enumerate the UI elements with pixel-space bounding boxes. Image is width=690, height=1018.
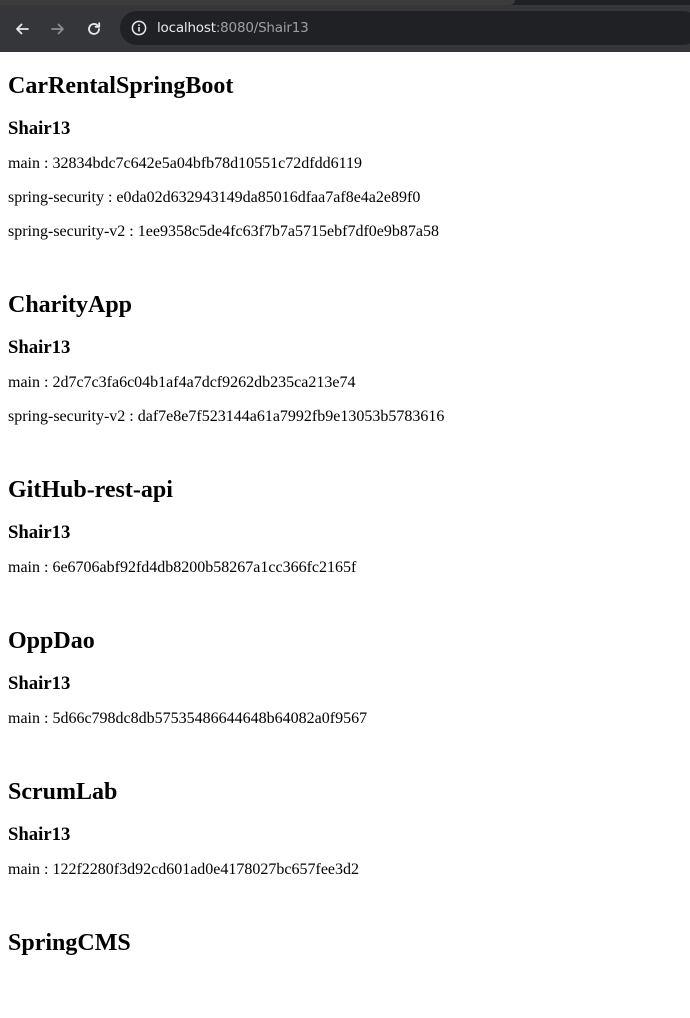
repo-spacer	[8, 736, 682, 758]
repo-block: CharityApp Shair13 main : 2d7c7c3fa6c04b…	[8, 285, 682, 456]
repo-name: CharityApp	[8, 292, 133, 318]
reload-button[interactable]	[76, 11, 112, 47]
page-content: CarRentalSpringBoot Shair13 main : 32834…	[8, 52, 682, 963]
repo-name: ScrumLab	[8, 779, 118, 805]
repo-name: CarRentalSpringBoot	[8, 73, 234, 99]
repo-block: ScrumLab Shair13 main : 122f2280f3d92cd6…	[8, 772, 682, 909]
branch-entry: main : 5d66c798dc8db57535486644648b64082…	[8, 710, 368, 727]
url-text[interactable]: localhost:8080/Shair13	[157, 20, 309, 36]
forward-button[interactable]	[40, 11, 76, 47]
repo-owner: Shair13	[8, 824, 71, 845]
branch-entry: main : 122f2280f3d92cd601ad0e4178027bc65…	[8, 861, 360, 878]
address-bar[interactable]: localhost:8080/Shair13	[120, 11, 690, 45]
repo-owner: Shair13	[8, 118, 71, 139]
repo-block: OppDao Shair13 main : 5d66c798dc8db57535…	[8, 621, 682, 758]
arrow-right-icon	[51, 23, 64, 34]
repo-spacer	[8, 585, 682, 607]
info-icon[interactable]	[130, 19, 148, 37]
branch-entry: main : 6e6706abf92fd4db8200b58267a1cc366…	[8, 559, 357, 576]
repo-block: SpringCMS	[8, 923, 682, 963]
arrow-left-icon	[16, 23, 29, 34]
repo-spacer	[8, 249, 682, 271]
back-button[interactable]	[4, 11, 40, 47]
repo-name: OppDao	[8, 628, 95, 654]
branch-entry: spring-security-v2 : daf7e8e7f523144a61a…	[8, 408, 445, 425]
repo-name: GitHub-rest-api	[8, 477, 173, 503]
repo-spacer	[8, 434, 682, 456]
repo-owner: Shair13	[8, 522, 71, 543]
browser-toolbar: localhost:8080/Shair13	[0, 5, 690, 52]
branch-entry: main : 32834bdc7c642e5a04bfb78d10551c72d…	[8, 155, 363, 172]
repo-spacer	[8, 887, 682, 909]
branch-entry: spring-security : e0da02d632943149da8501…	[8, 189, 421, 206]
repo-owner: Shair13	[8, 673, 71, 694]
repo-name: SpringCMS	[8, 930, 131, 956]
repo-owner: Shair13	[8, 337, 71, 358]
url-host: localhost	[157, 20, 216, 36]
reload-icon	[88, 21, 101, 35]
repo-block: CarRentalSpringBoot Shair13 main : 32834…	[8, 66, 682, 271]
branch-entry: spring-security-v2 : 1ee9358c5de4fc63f7b…	[8, 223, 439, 240]
repo-block: GitHub-rest-api Shair13 main : 6e6706abf…	[8, 470, 682, 607]
branch-entry: main : 2d7c7c3fa6c04b1af4a7dcf9262db235c…	[8, 374, 356, 391]
url-path: :8080/Shair13	[215, 20, 309, 36]
